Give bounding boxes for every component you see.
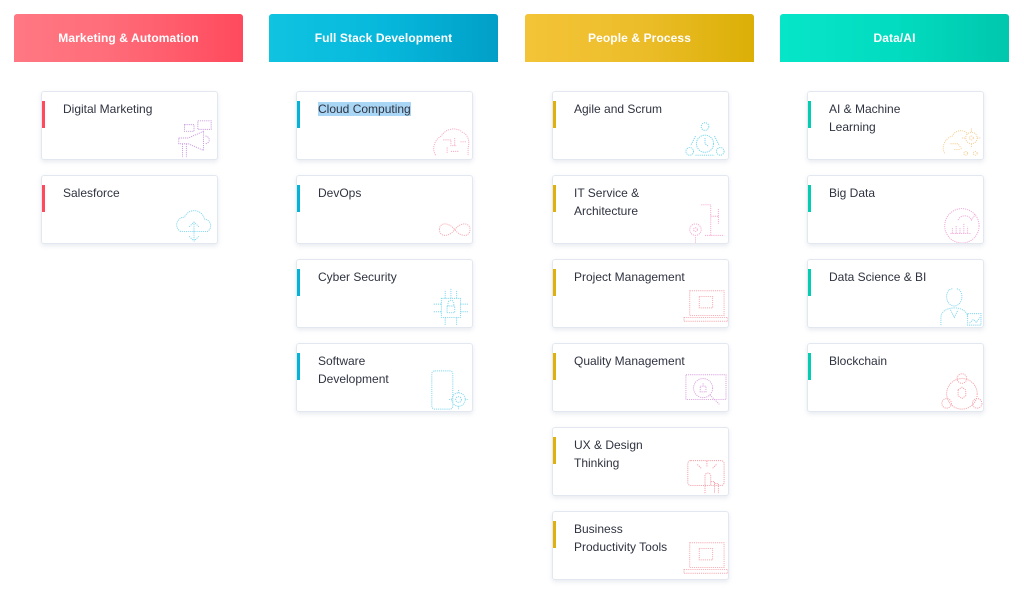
brain-circuit-icon bbox=[426, 117, 472, 159]
course-title: Agile and Scrum bbox=[574, 101, 688, 119]
course-title-text: Cyber Security bbox=[318, 270, 397, 284]
column-people-process: People & Process Agile and Scrum IT Servi… bbox=[525, 14, 754, 580]
course-title-text: Business Productivity Tools bbox=[574, 522, 668, 554]
touch-screen-icon bbox=[682, 453, 728, 495]
course-title-text: Quality Management bbox=[574, 354, 685, 368]
course-title: Cloud Computing bbox=[318, 101, 432, 119]
course-title: Blockchain bbox=[829, 353, 943, 371]
course-title: Digital Marketing bbox=[63, 101, 177, 119]
course-list: Cloud Computing DevOps Cyber Security Softw… bbox=[296, 91, 473, 427]
accent-bar bbox=[297, 353, 300, 380]
column-marketing-automation: Marketing & Automation Digital Marketing… bbox=[14, 14, 243, 244]
ai-brain-icon bbox=[937, 117, 983, 159]
accent-bar bbox=[808, 269, 811, 296]
accent-bar bbox=[808, 101, 811, 128]
course-title: Cyber Security bbox=[318, 269, 432, 287]
course-card-software-development[interactable]: Software Development bbox=[296, 343, 473, 412]
category-header-full-stack-development[interactable]: Full Stack Development bbox=[269, 14, 498, 62]
accent-bar bbox=[42, 185, 45, 212]
course-title: Data Science & BI bbox=[829, 269, 943, 287]
accent-bar bbox=[808, 353, 811, 380]
course-title: IT Service & Architecture bbox=[574, 185, 688, 220]
course-card-big-data[interactable]: Big Data bbox=[807, 175, 984, 244]
category-header-marketing-automation[interactable]: Marketing & Automation bbox=[14, 14, 243, 62]
course-title: Big Data bbox=[829, 185, 943, 203]
analyst-icon bbox=[937, 285, 983, 327]
team-clock-icon bbox=[682, 117, 728, 159]
course-title: DevOps bbox=[318, 185, 432, 203]
course-card-blockchain[interactable]: Blockchain bbox=[807, 343, 984, 412]
course-title-text: Software Development bbox=[318, 354, 389, 386]
column-full-stack-development: Full Stack Development Cloud Computing De… bbox=[269, 14, 498, 412]
course-title-text: IT Service & Architecture bbox=[574, 186, 640, 218]
course-title: Salesforce bbox=[63, 185, 177, 203]
course-title-text: Cloud Computing bbox=[318, 102, 411, 116]
accent-bar bbox=[297, 185, 300, 212]
course-card-quality-management[interactable]: Quality Management bbox=[552, 343, 729, 412]
accent-bar bbox=[553, 521, 556, 548]
course-card-ai-machine-learning[interactable]: AI & Machine Learning bbox=[807, 91, 984, 160]
course-title-text: Digital Marketing bbox=[63, 102, 153, 116]
course-title: Software Development bbox=[318, 353, 432, 388]
infinity-icon bbox=[426, 201, 472, 243]
course-card-digital-marketing[interactable]: Digital Marketing bbox=[41, 91, 218, 160]
accent-bar bbox=[42, 101, 45, 128]
course-title: AI & Machine Learning bbox=[829, 101, 943, 136]
accent-bar bbox=[553, 437, 556, 464]
course-title-text: Blockchain bbox=[829, 354, 888, 368]
course-card-cyber-security[interactable]: Cyber Security bbox=[296, 259, 473, 328]
category-header-people-process[interactable]: People & Process bbox=[525, 14, 754, 62]
course-title: Project Management bbox=[574, 269, 688, 287]
course-card-it-service-architecture[interactable]: IT Service & Architecture bbox=[552, 175, 729, 244]
course-list: Agile and Scrum IT Service & Architecture… bbox=[552, 91, 729, 595]
accent-bar bbox=[297, 101, 300, 128]
accent-bar bbox=[553, 101, 556, 128]
chip-lock-icon bbox=[426, 285, 472, 327]
course-title-text: Project Management bbox=[574, 270, 685, 284]
accent-bar bbox=[553, 353, 556, 380]
course-title-text: Data Science & BI bbox=[829, 270, 927, 284]
course-title-text: UX & Design Thinking bbox=[574, 438, 643, 470]
course-card-salesforce[interactable]: Salesforce bbox=[41, 175, 218, 244]
course-card-agile-and-scrum[interactable]: Agile and Scrum bbox=[552, 91, 729, 160]
blockchain-icon bbox=[937, 369, 983, 411]
laptop-icon bbox=[682, 285, 728, 327]
course-card-devops[interactable]: DevOps bbox=[296, 175, 473, 244]
course-card-ux-design-thinking[interactable]: UX & Design Thinking bbox=[552, 427, 729, 496]
course-card-business-productivity-tools[interactable]: Business Productivity Tools bbox=[552, 511, 729, 580]
course-title: UX & Design Thinking bbox=[574, 437, 688, 472]
course-card-data-science-bi[interactable]: Data Science & BI bbox=[807, 259, 984, 328]
course-title-text: Salesforce bbox=[63, 186, 120, 200]
megaphone-icon bbox=[171, 117, 217, 159]
cloud-upload-icon bbox=[171, 201, 217, 243]
accent-bar bbox=[553, 269, 556, 296]
accent-bar bbox=[553, 185, 556, 212]
accent-bar bbox=[297, 269, 300, 296]
course-list: Digital Marketing Salesforce bbox=[41, 91, 218, 259]
phone-gear-icon bbox=[426, 369, 472, 411]
course-title-text: Agile and Scrum bbox=[574, 102, 663, 116]
category-header-data-ai[interactable]: Data/AI bbox=[780, 14, 1009, 62]
course-title-text: AI & Machine Learning bbox=[829, 102, 901, 134]
course-card-project-management[interactable]: Project Management bbox=[552, 259, 729, 328]
course-list: AI & Machine Learning Big Data Data Scienc… bbox=[807, 91, 984, 427]
gear-network-icon bbox=[682, 201, 728, 243]
elephant-chart-icon bbox=[937, 201, 983, 243]
column-data-ai: Data/AI AI & Machine Learning Big Data Dat… bbox=[780, 14, 1009, 412]
accent-bar bbox=[808, 185, 811, 212]
course-title: Business Productivity Tools bbox=[574, 521, 688, 556]
course-title-text: Big Data bbox=[829, 186, 876, 200]
laptop-icon bbox=[682, 537, 728, 579]
course-title: Quality Management bbox=[574, 353, 688, 371]
course-title-text: DevOps bbox=[318, 186, 362, 200]
course-card-cloud-computing[interactable]: Cloud Computing bbox=[296, 91, 473, 160]
magnifier-bug-icon bbox=[682, 369, 728, 411]
